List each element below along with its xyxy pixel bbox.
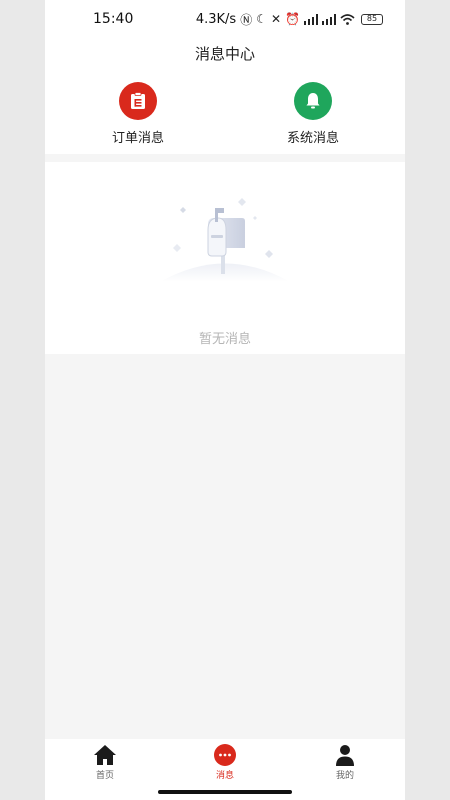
status-bar: 15:40 4.3K/s Ⓝ ☾ ✕ ⏰ 85 (45, 0, 405, 38)
signal-icon-2 (322, 13, 336, 25)
empty-state-text: 暂无消息 (198, 332, 251, 347)
status-time: 15:40 (93, 11, 134, 27)
order-messages-button[interactable]: 订单消息 (93, 82, 183, 146)
alarm-icon: ⏰ (285, 12, 300, 26)
tab-messages-label: 消息 (215, 771, 234, 781)
home-icon (94, 745, 116, 765)
system-messages-label: 系统消息 (286, 131, 339, 146)
mailbox-icon (160, 198, 290, 282)
network-speed: 4.3K/s (195, 11, 237, 27)
system-icon-circle (294, 82, 332, 120)
status-icons: 4.3K/s Ⓝ ☾ ✕ ⏰ 85 (196, 11, 383, 28)
battery-icon: 85 (361, 13, 383, 25)
nfc-icon: Ⓝ (240, 12, 253, 27)
tab-home[interactable]: 首页 (65, 744, 145, 781)
order-icon-circle (119, 82, 157, 120)
phone-screen: 15:40 4.3K/s Ⓝ ☾ ✕ ⏰ 85 消息中心 订单消息 系统消息 暂… (45, 0, 405, 800)
clipboard-icon (131, 92, 145, 109)
mute-icon: ✕ (270, 12, 282, 26)
page-title: 消息中心 (194, 44, 255, 63)
moon-icon: ☾ (256, 12, 267, 26)
tab-mine[interactable]: 我的 (305, 744, 385, 781)
home-indicator[interactable] (158, 790, 292, 794)
order-messages-label: 订单消息 (111, 131, 164, 146)
tab-messages[interactable]: 消息 (185, 744, 265, 781)
empty-state-card: 暂无消息 (45, 162, 405, 354)
bell-icon (306, 93, 320, 109)
system-messages-button[interactable]: 系统消息 (268, 82, 358, 146)
tab-home-label: 首页 (95, 771, 114, 781)
signal-icon (304, 13, 318, 25)
person-icon (336, 745, 354, 766)
tab-mine-label: 我的 (335, 771, 354, 781)
wifi-icon (340, 13, 355, 25)
message-categories: 订单消息 系统消息 (45, 68, 405, 154)
page-header: 消息中心 (45, 38, 405, 68)
chat-bubble-icon (214, 744, 236, 766)
battery-level: 85 (366, 14, 378, 23)
